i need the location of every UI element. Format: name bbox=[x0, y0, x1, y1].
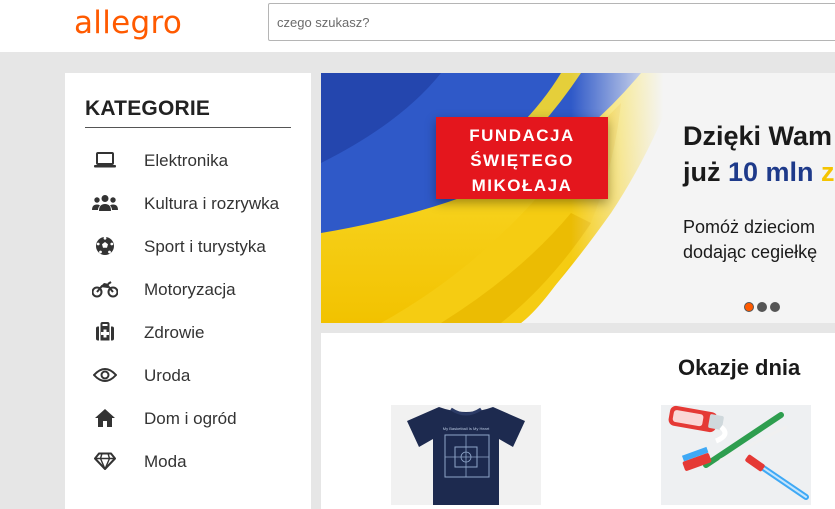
motorcycle-icon bbox=[92, 278, 118, 300]
category-item-zdrowie[interactable]: Zdrowie bbox=[65, 321, 311, 364]
tshirt-print-text: My Basketball Is My Heart bbox=[442, 426, 490, 431]
category-label: Moda bbox=[144, 452, 187, 471]
first-aid-kit-icon bbox=[92, 321, 118, 343]
category-item-moda[interactable]: Moda bbox=[65, 450, 311, 493]
headline-amount: 10 mln bbox=[728, 157, 814, 187]
badge-line: MIKOŁAJA bbox=[471, 176, 573, 195]
category-item-uroda[interactable]: Uroda bbox=[65, 364, 311, 407]
eye-icon bbox=[92, 364, 118, 386]
category-label: Dom i ogród bbox=[144, 409, 237, 428]
toothbrushes-image bbox=[661, 405, 811, 505]
category-item-elektronika[interactable]: Elektronika bbox=[65, 149, 311, 192]
search-input[interactable] bbox=[268, 3, 835, 41]
headline-line-1: Dzięki Wam bbox=[683, 121, 833, 151]
category-item-dom-i-ogrod[interactable]: Dom i ogród bbox=[65, 407, 311, 450]
categories-sidebar: KATEGORIE Elektronika Kultura i rozrywka… bbox=[65, 73, 311, 509]
football-icon bbox=[92, 235, 118, 257]
subtext-line-2: dodając cegiełkę bbox=[683, 242, 818, 262]
categories-list: Elektronika Kultura i rozrywka Sport i t… bbox=[65, 149, 311, 493]
product-tshirt[interactable]: My Basketball Is My Heart bbox=[391, 405, 541, 505]
carousel-dot-3[interactable] bbox=[770, 302, 780, 312]
laptop-icon bbox=[92, 149, 118, 171]
badge-line: FUNDACJA bbox=[469, 126, 575, 145]
category-label: Motoryzacja bbox=[144, 280, 236, 299]
diamond-icon bbox=[92, 450, 118, 472]
daily-deals-section: Okazje dnia My Basketball Is My Heart bbox=[321, 333, 835, 509]
category-label: Uroda bbox=[144, 366, 191, 385]
banner-headline: Dzięki Wam już 10 mln z bbox=[683, 118, 835, 190]
headline-suffix: z bbox=[813, 157, 835, 187]
product-toothbrushes[interactable] bbox=[661, 405, 811, 505]
category-label: Kultura i rozrywka bbox=[144, 194, 280, 213]
categories-divider bbox=[85, 127, 291, 128]
carousel-dot-2[interactable] bbox=[757, 302, 767, 312]
category-label: Sport i turystyka bbox=[144, 237, 266, 256]
allegro-logo[interactable]: allegro bbox=[74, 5, 182, 41]
badge-line: ŚWIĘTEGO bbox=[470, 151, 574, 170]
home-icon bbox=[92, 407, 118, 429]
subtext-line-1: Pomóż dzieciom bbox=[683, 217, 816, 237]
tshirt-image bbox=[391, 405, 541, 505]
category-item-motoryzacja[interactable]: Motoryzacja bbox=[65, 278, 311, 321]
category-item-kultura[interactable]: Kultura i rozrywka bbox=[65, 192, 311, 235]
top-bar: allegro bbox=[0, 0, 835, 52]
category-label: Zdrowie bbox=[144, 323, 205, 342]
daily-deals-title: Okazje dnia bbox=[678, 355, 801, 380]
category-label: Elektronika bbox=[144, 151, 229, 170]
promo-banner[interactable]: FUNDACJA ŚWIĘTEGO MIKOŁAJA Dzięki Wam ju… bbox=[321, 73, 835, 323]
categories-title: KATEGORIE bbox=[85, 97, 211, 120]
headline-line-2: już 10 mln z bbox=[683, 154, 835, 190]
carousel-dots bbox=[744, 302, 780, 312]
carousel-dot-1[interactable] bbox=[744, 302, 754, 312]
banner-subtext: Pomóż dzieciom dodając cegiełkę bbox=[683, 215, 817, 265]
category-item-sport[interactable]: Sport i turystyka bbox=[65, 235, 311, 278]
people-icon bbox=[92, 192, 118, 214]
foundation-badge: FUNDACJA ŚWIĘTEGO MIKOŁAJA bbox=[436, 117, 608, 199]
headline-prefix: już bbox=[683, 157, 728, 187]
